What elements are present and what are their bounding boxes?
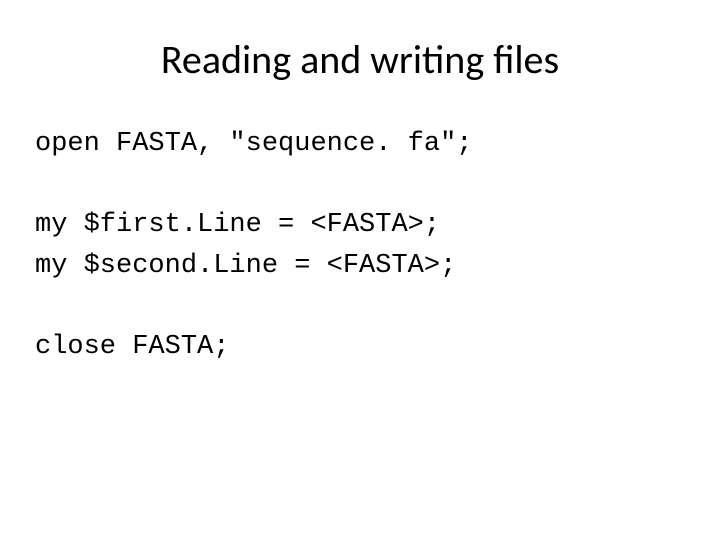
code-line-1: open FASTA, "sequence. fa"; — [35, 129, 472, 159]
slide-container: Reading and writing files open FASTA, "s… — [0, 0, 720, 540]
code-line-3: my $second.Line = <FASTA>; — [35, 251, 456, 281]
slide-title: Reading and writing files — [35, 35, 685, 84]
code-line-4: close FASTA; — [35, 332, 229, 362]
code-line-2: my $first.Line = <FASTA>; — [35, 210, 440, 240]
code-block: open FASTA, "sequence. fa"; my $first.Li… — [35, 124, 685, 367]
